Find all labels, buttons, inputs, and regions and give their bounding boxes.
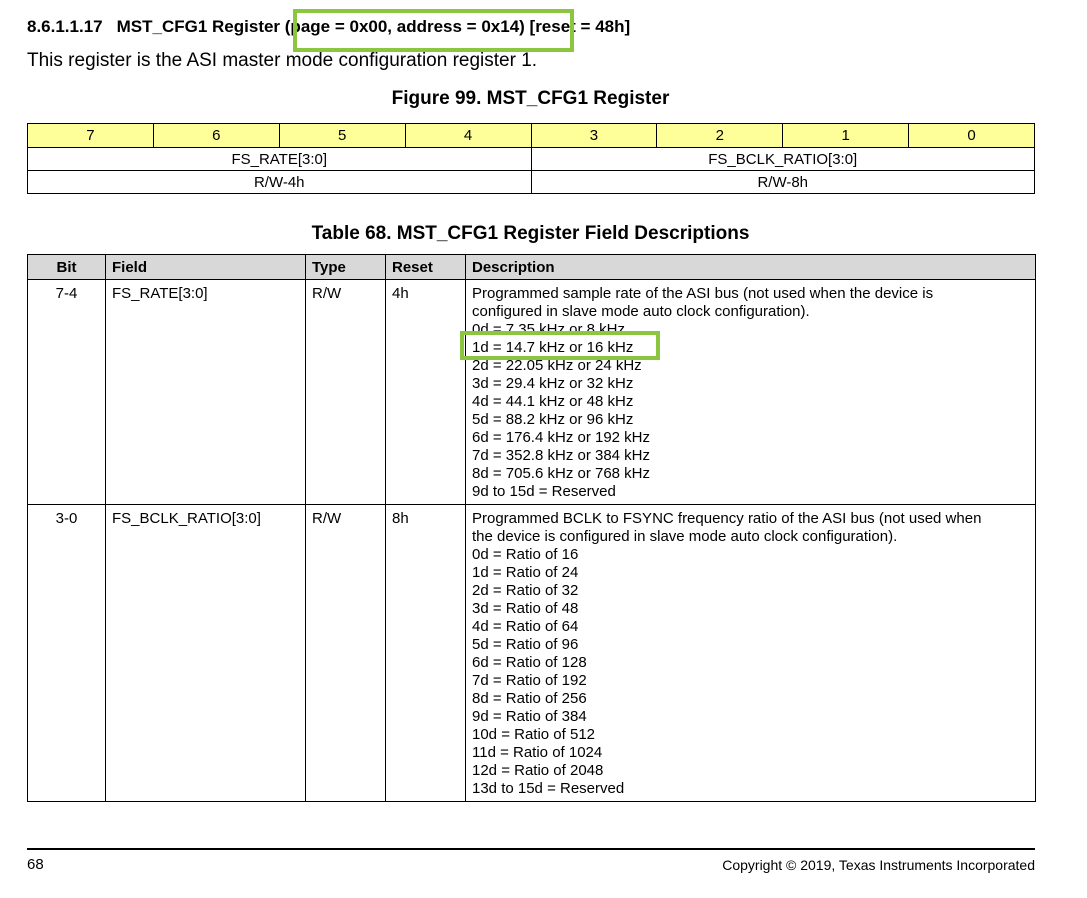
bit-cell: 3 — [530, 123, 658, 148]
description-line: 0d = 7.35 kHz or 8 kHz — [472, 321, 625, 338]
table-title: Table 68. MST_CFG1 Register Field Descri… — [311, 223, 750, 244]
register-figure: 7 6 5 4 3 2 1 0 FS_RATE[3:0] FS_BCLK_RAT… — [27, 123, 1035, 194]
header-reset: Reset — [385, 254, 466, 280]
description-line: 2d = 22.05 kHz or 24 kHz — [472, 357, 642, 374]
field-name-cell: FS_RATE[3:0] — [27, 147, 532, 171]
table-row: 3-0 FS_BCLK_RATIO[3:0] R/W 8h Programmed… — [27, 504, 1036, 802]
description-line: 2d = Ratio of 32 — [472, 582, 579, 599]
description-line: 4d = Ratio of 64 — [472, 618, 579, 635]
field-access-row: R/W-4h R/W-8h — [27, 170, 1035, 194]
description-line: 10d = Ratio of 512 — [472, 726, 596, 743]
description-line: 8d = 705.6 kHz or 768 kHz — [472, 465, 651, 482]
section-number: 8.6.1.1.17 — [27, 17, 103, 36]
table-header-row: Bit Field Type Reset Description — [27, 254, 1036, 280]
description-line: 11d = Ratio of 1024 — [472, 744, 603, 761]
figure-title: Figure 99. MST_CFG1 Register — [391, 88, 670, 109]
description-line: 1d = 14.7 kHz or 16 kHz — [472, 339, 634, 356]
bit-cell: 5 — [278, 123, 406, 148]
header-bit: Bit — [27, 254, 106, 280]
row-bit: 7-4 — [27, 279, 106, 505]
bit-cell: 7 — [27, 123, 154, 148]
row-field: FS_BCLK_RATIO[3:0] — [105, 504, 306, 802]
row-reset: 4h — [385, 279, 466, 505]
row-description: Programmed sample rate of the ASI bus (n… — [465, 279, 1036, 505]
footer-divider — [27, 848, 1035, 850]
header-field: Field — [105, 254, 306, 280]
field-access-cell: R/W-8h — [530, 170, 1035, 194]
field-access-cell: R/W-4h — [27, 170, 532, 194]
field-name-row: FS_RATE[3:0] FS_BCLK_RATIO[3:0] — [27, 147, 1035, 171]
description-line: 7d = Ratio of 192 — [472, 672, 587, 689]
bit-number-row: 7 6 5 4 3 2 1 0 — [27, 123, 1035, 148]
description-line: 6d = Ratio of 128 — [472, 654, 587, 671]
table-row: 7-4 FS_RATE[3:0] R/W 4h Programmed sampl… — [27, 279, 1036, 505]
header-type: Type — [305, 254, 386, 280]
copyright-notice: Copyright © 2019, Texas Instruments Inco… — [722, 857, 1035, 873]
bit-cell: 4 — [404, 123, 532, 148]
row-field: FS_RATE[3:0] — [105, 279, 306, 505]
section-title: MST_CFG1 Register (page = 0x00, address … — [116, 17, 631, 36]
description-line: 9d = Ratio of 384 — [472, 708, 587, 725]
description-line: Programmed sample rate of the ASI bus (n… — [472, 285, 934, 302]
row-type: R/W — [305, 504, 386, 802]
description-line: 12d = Ratio of 2048 — [472, 762, 604, 779]
description-line: 3d = Ratio of 48 — [472, 600, 579, 617]
field-description-table: Bit Field Type Reset Description 7-4 FS_… — [27, 254, 1036, 802]
description-line: 6d = 176.4 kHz or 192 kHz — [472, 429, 651, 446]
bit-cell: 0 — [908, 123, 1035, 148]
page-number: 68 — [27, 856, 44, 873]
description-line: 7d = 352.8 kHz or 384 kHz — [472, 447, 651, 464]
row-type: R/W — [305, 279, 386, 505]
description-line: configured in slave mode auto clock conf… — [472, 303, 810, 320]
description-line: 5d = 88.2 kHz or 96 kHz — [472, 411, 634, 428]
bit-cell: 2 — [656, 123, 784, 148]
description-line: 13d to 15d = Reserved — [472, 780, 625, 797]
bit-cell: 6 — [152, 123, 280, 148]
description-line: the device is configured in slave mode a… — [472, 528, 898, 545]
field-name-cell: FS_BCLK_RATIO[3:0] — [530, 147, 1035, 171]
bit-cell: 1 — [782, 123, 910, 148]
description-line: 8d = Ratio of 256 — [472, 690, 587, 707]
section-heading: 8.6.1.1.17 MST_CFG1 Register (page = 0x00… — [27, 17, 630, 37]
row-description: Programmed BCLK to FSYNC frequency ratio… — [465, 504, 1036, 802]
description-line: 3d = 29.4 kHz or 32 kHz — [472, 375, 634, 392]
row-bit: 3-0 — [27, 504, 106, 802]
description-line: 4d = 44.1 kHz or 48 kHz — [472, 393, 634, 410]
header-description: Description — [465, 254, 1036, 280]
description-line: 0d = Ratio of 16 — [472, 546, 579, 563]
description-line: 1d = Ratio of 24 — [472, 564, 579, 581]
row-reset: 8h — [385, 504, 466, 802]
description-line: 5d = Ratio of 96 — [472, 636, 579, 653]
description-line: 9d to 15d = Reserved — [472, 483, 616, 500]
description-line: Programmed BCLK to FSYNC frequency ratio… — [472, 510, 982, 527]
section-intro: This register is the ASI master mode con… — [27, 50, 538, 71]
